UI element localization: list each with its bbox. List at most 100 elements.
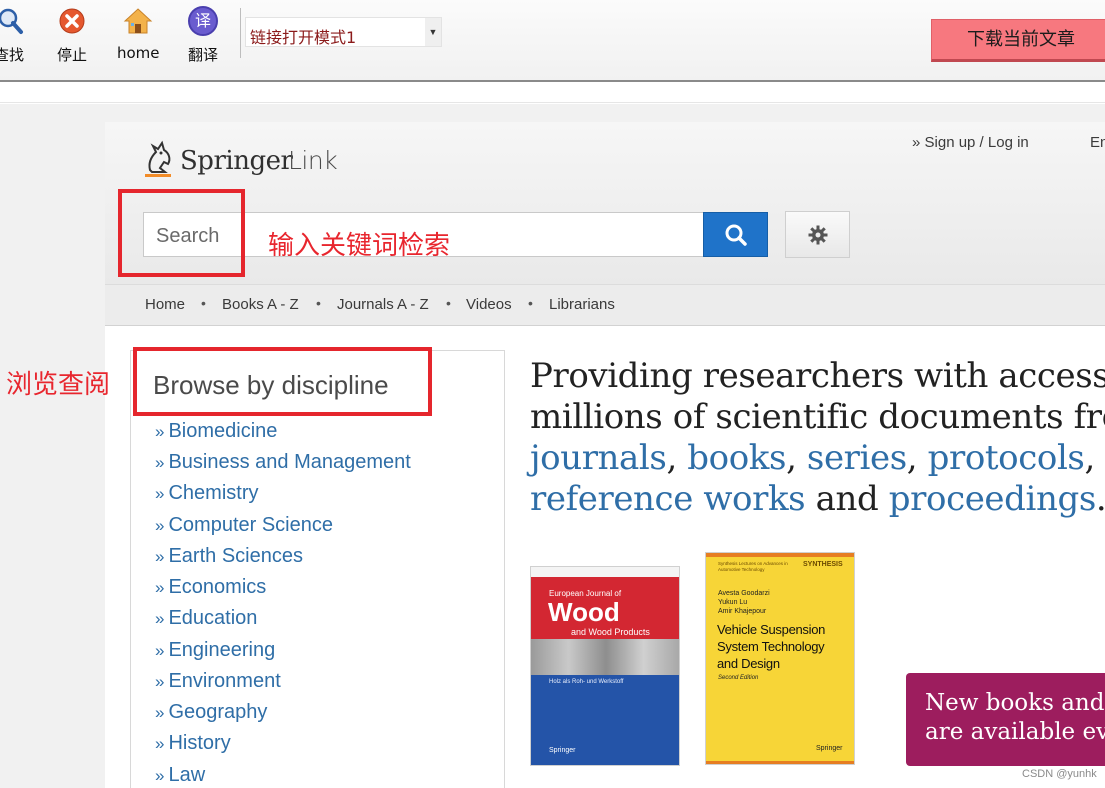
app-toolbar: 查找 停止 home 译 翻译 链接打开模式1 ▼ 下载当前文章 [0,0,1105,82]
reference-works-link[interactable]: reference works [530,479,806,519]
nav-separator: • [201,295,206,311]
link-marker: » [155,547,165,566]
discipline-link[interactable]: » Education [155,607,257,630]
find-label: 查找 [0,46,25,64]
link-marker: » [155,641,165,660]
hero-comma: , [1084,438,1095,478]
discipline-link[interactable]: » Law [155,764,205,787]
vehicle-cover-authors: Avesta Goodarzi Yukun Lu Amir Khajepour [718,589,770,616]
vehicle-cover-brand: SYNTHESIS [803,561,843,568]
hero-comma: , [666,438,677,478]
nav-journals-az[interactable]: Journals A - Z [337,296,429,313]
browse-annotation-text: 浏览查阅 [6,370,111,400]
hero-comma: , [906,438,918,478]
language-link[interactable]: English [1090,134,1105,151]
link-marker: » [155,453,165,472]
discipline-label: Biomedicine [168,420,278,442]
search-annotation-box [118,189,245,277]
discipline-link[interactable]: » Biomedicine [155,420,277,443]
link-marker: » [155,422,165,441]
search-button[interactable] [703,212,768,257]
nav-home[interactable]: Home [145,296,185,313]
home-icon [123,8,153,34]
find-button[interactable]: 查找 [0,6,28,66]
vehicle-cover-series: Synthesis Lectures on Advances in Automo… [718,561,788,572]
wood-cover-publisher: Springer [549,747,576,754]
vehicle-title-line: Vehicle Suspension [717,622,826,637]
gear-icon [808,225,828,245]
link-mode-value: 链接打开模式1 [250,28,357,47]
book-cover-wood[interactable]: European Journal of Wood and Wood Produc… [530,566,680,766]
discipline-link[interactable]: » Chemistry [155,482,258,505]
discipline-label: Law [168,764,206,786]
home-label: home [117,44,160,62]
discipline-link[interactable]: » Earth Sciences [155,545,303,568]
discipline-link[interactable]: » Geography [155,701,267,724]
link-marker: » [155,609,165,628]
link-marker: » [155,516,165,535]
hero-line-4: reference works and proceedings. [530,479,1105,520]
vehicle-author: Yukun Lu [718,599,748,606]
new-books-promo[interactable]: New books and journals are available eve… [906,673,1105,766]
nav-librarians[interactable]: Librarians [549,296,615,313]
logo-word-springer: Springer [180,146,293,176]
logo-word-link: Link [288,146,338,175]
link-marker: » [155,484,165,503]
cover-bottom-band [706,761,854,764]
vehicle-author: Avesta Goodarzi [718,590,770,597]
discipline-link[interactable]: » Computer Science [155,514,333,537]
stop-button[interactable]: 停止 [56,6,90,66]
discipline-link[interactable]: » Environment [155,670,281,693]
discipline-link[interactable]: » Engineering [155,639,275,662]
download-article-button[interactable]: 下载当前文章 [931,19,1105,62]
translate-icon: 译 [188,6,218,36]
discipline-link[interactable]: » Economics [155,576,266,599]
proceedings-link[interactable]: proceedings [889,479,1097,519]
translate-button[interactable]: 译 翻译 [186,6,220,66]
vehicle-cover-edition: Second Edition [718,675,759,681]
magnifier-icon [0,8,23,34]
vehicle-author: Amir Khajepour [718,608,767,615]
wood-cover-title: Wood [548,597,620,627]
vehicle-cover-publisher: Springer [816,745,843,752]
signup-login-link[interactable]: » Sign up / Log in [912,134,1029,151]
link-marker: » [155,734,165,753]
book-cover-vehicle-suspension[interactable]: Synthesis Lectures on Advances in Automo… [705,552,855,765]
cover-top-band [706,553,854,557]
wood-cover-german: Holz als Roh- und Werkstoff [549,679,624,685]
address-strip [0,84,1105,103]
wood-cover-photo [531,639,679,675]
cover-top-band [531,567,679,577]
link-marker: » [155,703,165,722]
discipline-link[interactable]: » History [155,732,231,755]
protocols-link[interactable]: protocols [928,438,1085,478]
wood-cover-sub: and Wood Products [571,627,650,637]
browse-annotation-box [133,347,432,416]
discipline-label: History [168,732,231,754]
watermark: CSDN @yunhk [1022,768,1097,780]
journals-link[interactable]: journals [530,438,667,478]
hero-text: Providing researchers with access to mil… [530,356,1105,520]
translate-label: 翻译 [188,46,219,64]
search-settings-button[interactable] [785,211,850,258]
search-annotation-text: 输入关键词检索 [268,231,451,261]
home-button[interactable]: home [116,6,162,66]
nav-books-az[interactable]: Books A - Z [222,296,299,313]
discipline-label: Earth Sciences [168,545,303,567]
vehicle-cover-title: Vehicle Suspension System Technology and… [717,621,825,672]
series-link[interactable]: series [807,438,907,478]
link-mode-select[interactable]: 链接打开模式1 ▼ [245,17,442,47]
nav-videos[interactable]: Videos [466,296,512,313]
chevron-down-icon: ▼ [425,18,441,46]
hero-line-1: Providing researchers with access to [530,356,1105,396]
books-link[interactable]: books [687,438,786,478]
promo-line-2: are available every day. [925,719,1105,745]
hero-and: and [815,479,879,519]
discipline-label: Computer Science [168,514,333,536]
discipline-link[interactable]: » Business and Management [155,451,411,474]
link-marker: » [155,578,165,597]
vehicle-title-line: and Design [717,656,780,671]
discipline-label: Economics [168,576,267,598]
discipline-label: Chemistry [168,482,259,504]
toolbar-separator [240,8,241,58]
